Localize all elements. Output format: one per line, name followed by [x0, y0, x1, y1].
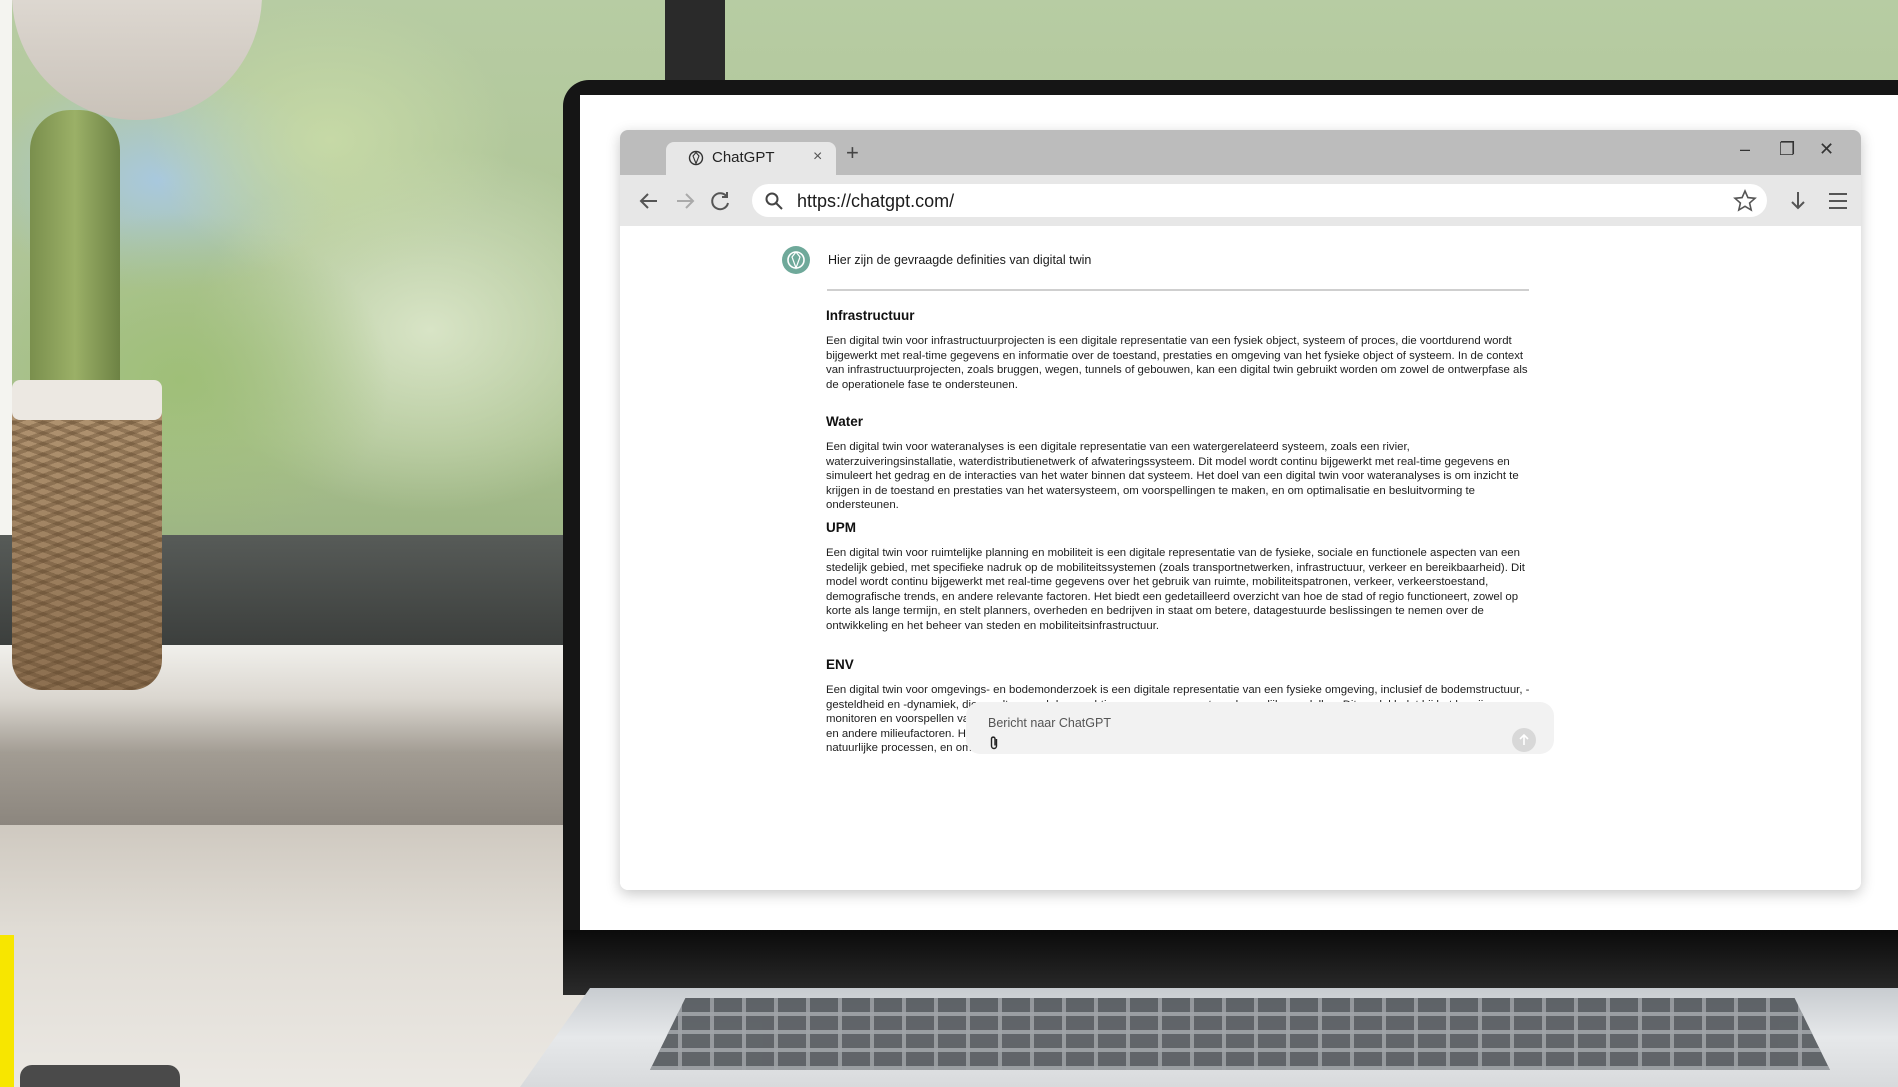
section-body: Een digital twin voor wateranalyses is e…: [826, 441, 1519, 512]
divider: [827, 289, 1529, 291]
close-window-button[interactable]: ✕: [1819, 140, 1834, 158]
back-arrow-icon[interactable]: [636, 188, 662, 214]
woven-basket: [12, 390, 162, 690]
section-water: Water Een digital twin voor wateranalyse…: [826, 414, 1532, 513]
window-frame: [665, 0, 725, 80]
section-body: Een digital twin voor infrastructuurproj…: [826, 335, 1528, 391]
address-bar[interactable]: https://chatgpt.com/: [752, 184, 1767, 217]
chat-content: Hier zijn de gevraagde definities van di…: [620, 226, 1861, 890]
section-heading: Infrastructuur: [826, 308, 915, 323]
search-icon: [765, 192, 783, 210]
download-icon[interactable]: [1785, 188, 1811, 214]
forward-arrow-icon[interactable]: [672, 188, 698, 214]
phone: [20, 1065, 180, 1087]
tab-title: ChatGPT: [712, 149, 775, 166]
laptop-hinge: [563, 930, 1898, 995]
section-heading: UPM: [826, 520, 856, 535]
chatgpt-logo-icon: [688, 150, 704, 166]
send-button[interactable]: [1512, 728, 1536, 752]
url-text: https://chatgpt.com/: [797, 191, 955, 211]
cactus-plant: [30, 110, 120, 390]
section-heading: Water: [826, 414, 864, 429]
restore-button[interactable]: ❐: [1779, 140, 1795, 158]
section-body: Een digital twin voor ruimtelijke planni…: [826, 547, 1525, 632]
browser-toolbar: https://chatgpt.com/: [620, 175, 1861, 226]
chatgpt-logo-icon: [787, 251, 805, 270]
menu-icon[interactable]: [1825, 188, 1851, 214]
message-composer[interactable]: Bericht naar ChatGPT: [966, 702, 1554, 754]
tab-chatgpt[interactable]: ChatGPT ×: [666, 142, 836, 175]
keyboard-rows: [650, 998, 1830, 1070]
assistant-intro: Hier zijn de gevraagde definities van di…: [828, 253, 1092, 267]
lamp-shade: [12, 0, 262, 120]
reload-icon[interactable]: [708, 188, 734, 214]
section-infrastructuur: Infrastructuur Een digital twin voor inf…: [826, 308, 1532, 392]
minimize-button[interactable]: –: [1740, 140, 1750, 158]
tab-bar: ChatGPT × + – ❐ ✕: [620, 130, 1861, 175]
arrow-up-icon: [1519, 733, 1529, 745]
browser-window: ChatGPT × + – ❐ ✕ https://chatgpt.com/ H…: [620, 130, 1861, 890]
section-heading: ENV: [826, 657, 854, 672]
assistant-avatar: [782, 246, 810, 274]
new-tab-button[interactable]: +: [846, 142, 859, 164]
photo-background: ChatGPT × + – ❐ ✕ https://chatgpt.com/ H…: [0, 0, 1898, 1087]
paperclip-icon[interactable]: [988, 735, 1000, 751]
composer-placeholder: Bericht naar ChatGPT: [988, 716, 1111, 730]
tab-close-button[interactable]: ×: [813, 148, 822, 166]
section-upm: UPM Een digital twin voor ruimtelijke pl…: [826, 520, 1532, 634]
star-icon[interactable]: [1733, 189, 1757, 213]
pot-rim: [12, 380, 162, 420]
yellow-accent-bar: [0, 935, 14, 1087]
